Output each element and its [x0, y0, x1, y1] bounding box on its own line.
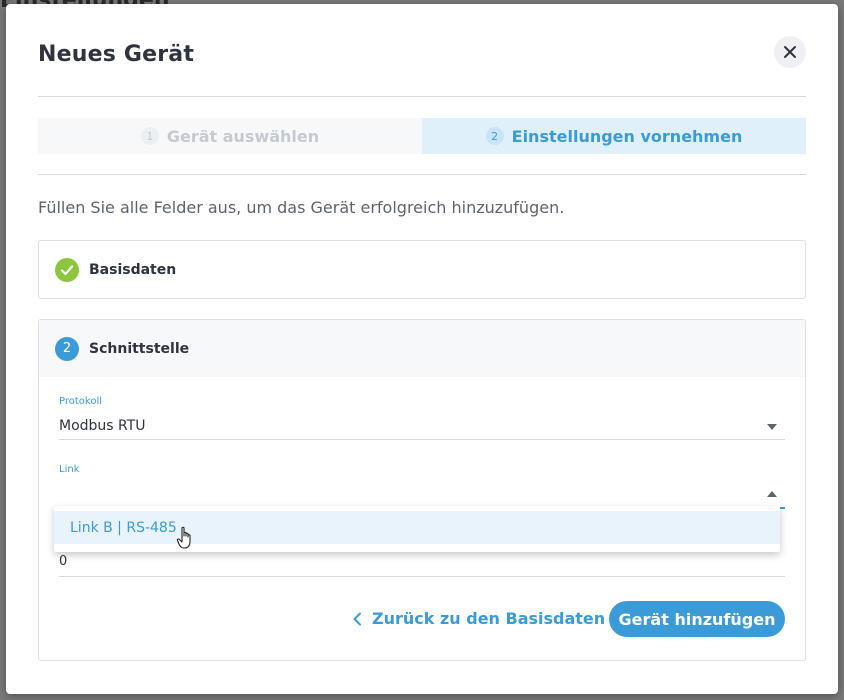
dropdown-option-link-b[interactable]: Link B | RS-485 — [54, 511, 780, 544]
check-icon — [55, 257, 79, 282]
header-divider — [38, 96, 806, 97]
link-select[interactable]: Link — [59, 464, 785, 510]
new-device-dialog: Neues Gerät 1 Gerät auswählen 2 Einstell… — [6, 4, 838, 694]
back-to-basisdaten-button[interactable]: Zurück zu den Basisdaten — [352, 609, 605, 628]
protokoll-select[interactable]: Protokoll Modbus RTU — [59, 396, 785, 440]
step-select-device[interactable]: 1 Gerät auswählen — [38, 118, 422, 154]
link-dropdown-menu: Link B | RS-485 — [54, 506, 780, 552]
instruction-text: Füllen Sie alle Felder aus, um das Gerät… — [38, 198, 565, 217]
dialog-title: Neues Gerät — [38, 42, 195, 67]
section-label: Basisdaten — [89, 261, 177, 278]
hand-pointer-icon — [176, 526, 191, 549]
field-underline — [59, 576, 785, 577]
hidden-field[interactable]: 0 — [59, 554, 785, 578]
step-configure[interactable]: 2 Einstellungen vornehmen — [422, 118, 806, 154]
wizard-stepper: 1 Gerät auswählen 2 Einstellungen vorneh… — [38, 118, 806, 154]
hidden-field-value: 0 — [59, 554, 68, 569]
chevron-left-icon — [353, 612, 361, 625]
field-underline — [59, 439, 785, 440]
stepper-divider — [38, 174, 806, 175]
step-label: Einstellungen vornehmen — [511, 126, 743, 146]
step-number: 2 — [485, 127, 504, 145]
protokoll-value: Modbus RTU — [59, 418, 146, 434]
link-label: Link — [59, 464, 80, 475]
section-number-badge: 2 — [55, 336, 79, 361]
add-device-button[interactable]: Gerät hinzufügen — [609, 601, 785, 637]
section-basisdaten[interactable]: Basisdaten — [38, 240, 806, 299]
chevron-up-icon — [767, 491, 777, 497]
protokoll-label: Protokoll — [59, 396, 103, 407]
step-label: Gerät auswählen — [166, 126, 320, 146]
chevron-down-icon — [767, 424, 777, 430]
section-header[interactable]: 2 Schnittstelle — [39, 320, 805, 377]
section-label: Schnittstelle — [89, 340, 190, 357]
back-button-label: Zurück zu den Basisdaten — [372, 609, 606, 628]
close-icon — [784, 46, 796, 58]
close-button[interactable] — [774, 36, 806, 68]
step-number: 1 — [140, 127, 159, 145]
